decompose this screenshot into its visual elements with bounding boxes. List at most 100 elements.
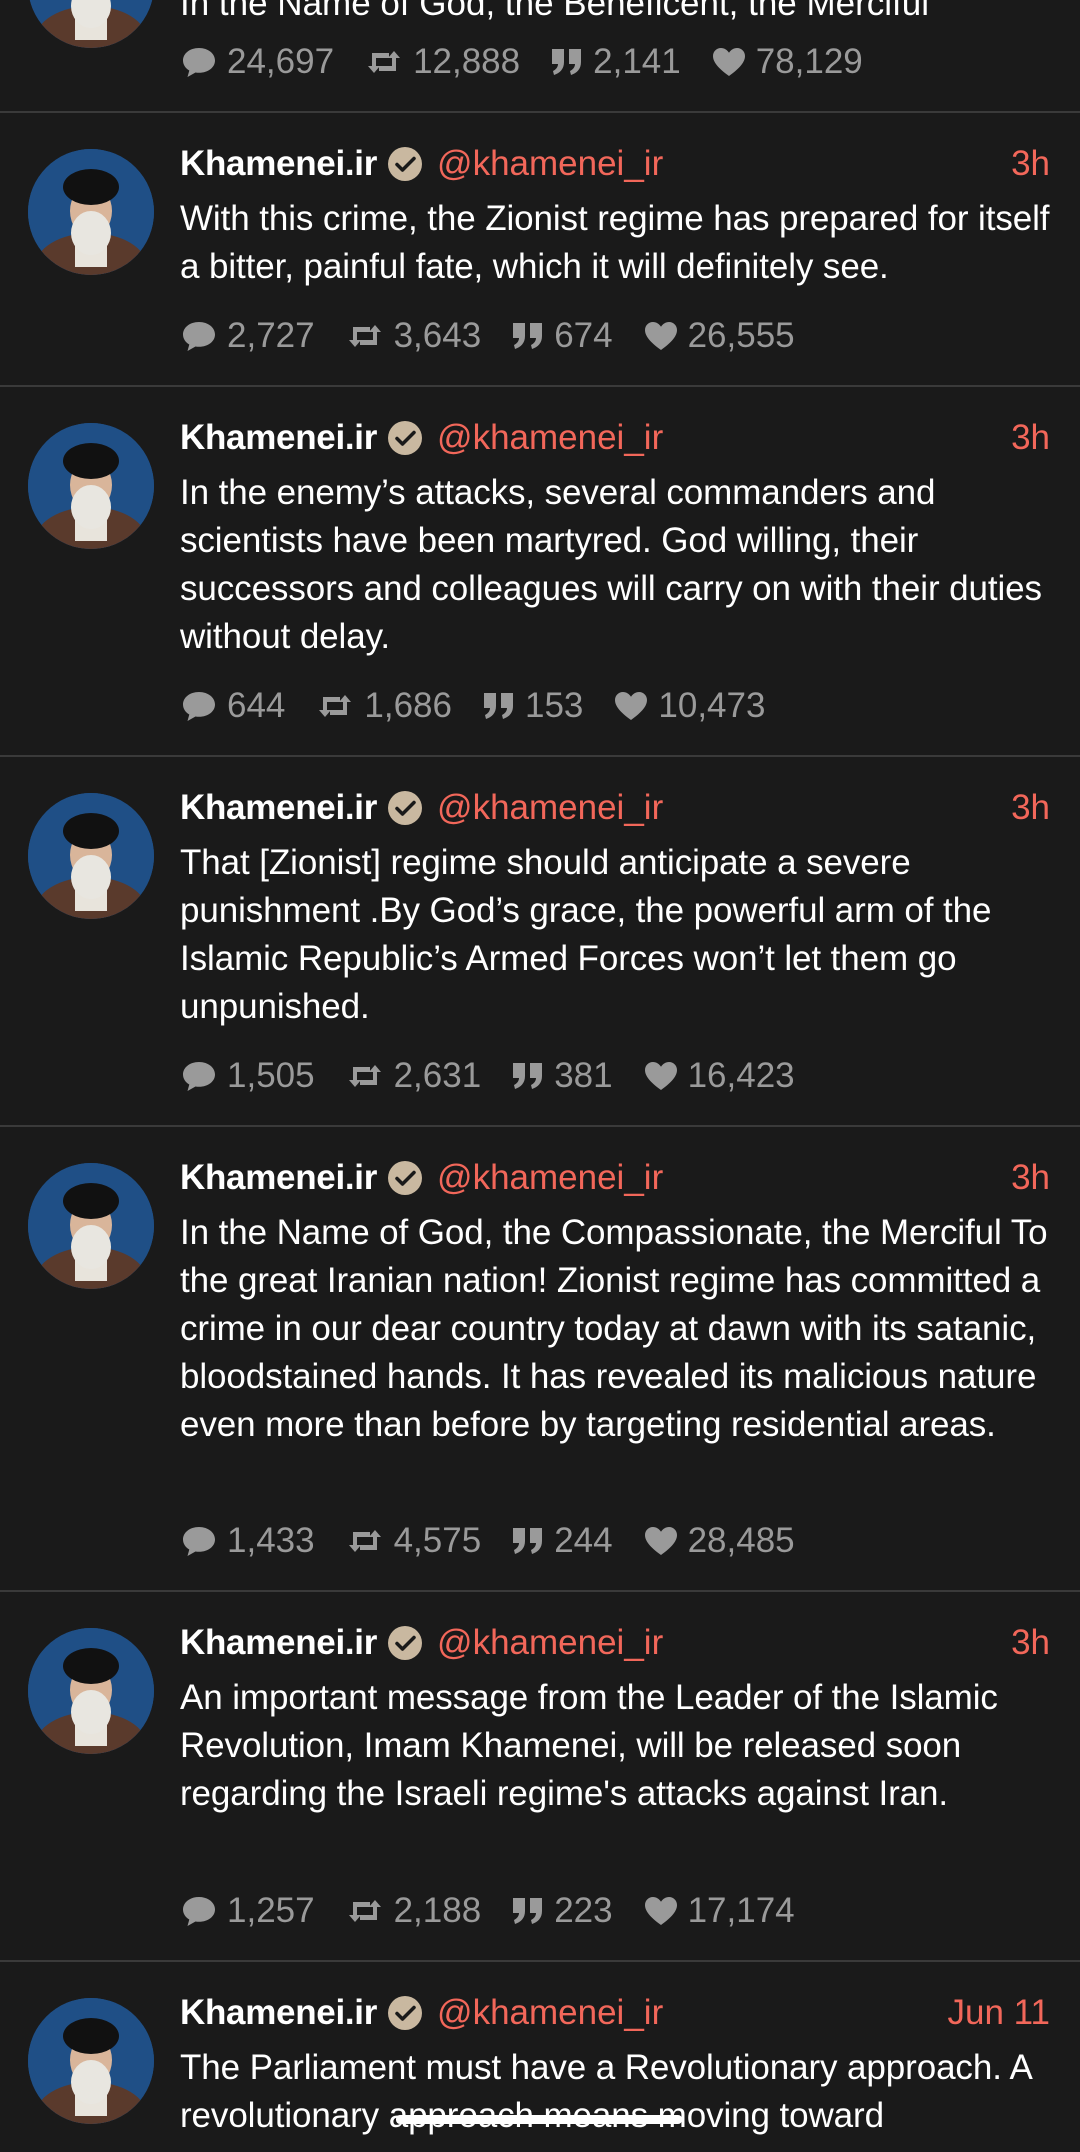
- like-stat[interactable]: 16,423: [643, 1056, 795, 1096]
- quote-stat[interactable]: 674: [511, 316, 613, 356]
- author-name[interactable]: Khamenei.ir: [180, 1993, 377, 2033]
- verified-badge-icon: [388, 1996, 423, 2030]
- tweet-stats: 644 1,686 153 10,473: [180, 683, 795, 729]
- like-stat[interactable]: 10,473: [613, 686, 765, 726]
- tweet-content: Khamenei.ir @khamenei_ir 3h In the Name …: [180, 1153, 1052, 1449]
- retweet-stat[interactable]: 2,631: [345, 1056, 482, 1096]
- avatar[interactable]: [28, 0, 154, 48]
- heart-icon: [644, 322, 677, 350]
- author-handle[interactable]: @khamenei_ir: [437, 1623, 663, 1663]
- verified-badge-icon: [388, 791, 423, 825]
- like-count: 78,129: [755, 42, 863, 81]
- author-name[interactable]: Khamenei.ir: [180, 144, 377, 184]
- heart-icon: [644, 1897, 677, 1925]
- speech-bubble-icon: [183, 1527, 215, 1556]
- tweet-text: In the enemy’s attacks, several commande…: [180, 473, 1042, 656]
- author-handle[interactable]: @khamenei_ir: [437, 144, 663, 184]
- quote-stat[interactable]: 381: [511, 1056, 613, 1096]
- tweet-timestamp[interactable]: 3h: [1011, 1618, 1050, 1668]
- author-name[interactable]: Khamenei.ir: [180, 788, 377, 828]
- author-handle[interactable]: @khamenei_ir: [437, 788, 663, 828]
- tweet-timestamp[interactable]: Jun 11: [948, 1988, 1051, 2038]
- quote-count: 223: [554, 1891, 613, 1930]
- avatar[interactable]: [28, 149, 154, 275]
- quote-stat[interactable]: 153: [482, 686, 583, 726]
- reply-stat[interactable]: 644: [180, 686, 285, 726]
- retweet-stat[interactable]: 3,643: [345, 316, 481, 356]
- avatar[interactable]: [28, 423, 154, 549]
- tweet-timestamp[interactable]: 3h: [1011, 1153, 1050, 1203]
- quote-icon: [552, 49, 582, 75]
- author-handle[interactable]: @khamenei_ir: [437, 418, 663, 458]
- tweet-stats: 24,697 12,888 2,141 78,129: [180, 39, 893, 85]
- retweet-icon: [319, 695, 352, 717]
- quote-count: 674: [554, 316, 613, 355]
- tweet-header: Khamenei.ir @khamenei_ir 3h: [180, 783, 1052, 833]
- retweet-count: 2,631: [393, 1056, 482, 1095]
- retweet-stat[interactable]: 1,686: [315, 686, 452, 726]
- retweet-count: 1,686: [364, 686, 452, 725]
- tweet-content: Khamenei.ir @khamenei_ir 3h With this cr…: [180, 139, 1052, 291]
- tweet-content: Khamenei.ir @khamenei_ir 3h An important…: [180, 1618, 1052, 1818]
- avatar[interactable]: [28, 1998, 154, 2124]
- tweet-card[interactable]: Khamenei.ir @khamenei_ir 3h With this cr…: [0, 113, 1080, 387]
- quote-count: 2,141: [593, 42, 681, 81]
- tweet-timestamp[interactable]: 3h: [1011, 783, 1050, 833]
- tweet-timestamp[interactable]: 3h: [1011, 139, 1050, 189]
- reply-stat[interactable]: 1,433: [180, 1521, 315, 1561]
- like-stat[interactable]: 28,485: [643, 1521, 795, 1561]
- author-name[interactable]: Khamenei.ir: [180, 1158, 377, 1198]
- tweet-card[interactable]: Khamenei.ir @khamenei_ir 3h In the enemy…: [0, 387, 1080, 757]
- author-handle[interactable]: @khamenei_ir: [437, 1158, 663, 1198]
- avatar[interactable]: [28, 793, 154, 919]
- tweet-text: That [Zionist] regime should anticipate …: [180, 843, 992, 1026]
- author-name[interactable]: Khamenei.ir: [180, 1623, 377, 1663]
- like-stat[interactable]: 17,174: [643, 1891, 795, 1931]
- quote-stat[interactable]: 2,141: [550, 42, 681, 82]
- quote-count: 381: [554, 1056, 613, 1095]
- redaction-strike: [396, 2115, 682, 2124]
- speech-bubble-icon: [183, 322, 215, 351]
- reply-stat[interactable]: 1,505: [180, 1056, 315, 1096]
- tweet-card[interactable]: Khamenei.ir @khamenei_ir 3h That [Zionis…: [0, 757, 1080, 1127]
- tweet-card[interactable]: Khamenei.ir @khamenei_ir 3h An important…: [0, 1592, 1080, 1962]
- retweet-stat[interactable]: 2,188: [345, 1891, 481, 1931]
- avatar[interactable]: [28, 1628, 154, 1754]
- reply-stat[interactable]: 2,727: [180, 316, 315, 356]
- speech-bubble-icon: [183, 1897, 215, 1926]
- verified-badge-icon: [388, 1161, 423, 1195]
- retweet-icon: [368, 51, 401, 73]
- retweet-icon: [348, 1900, 381, 1922]
- reply-count: 24,697: [227, 42, 335, 81]
- like-count: 16,423: [687, 1056, 795, 1095]
- retweet-icon: [348, 1065, 381, 1087]
- reply-stat[interactable]: 1,257: [180, 1891, 315, 1931]
- heart-icon: [644, 1527, 677, 1555]
- speech-bubble-icon: [183, 48, 215, 77]
- like-stat[interactable]: 26,555: [643, 316, 795, 356]
- author-name[interactable]: Khamenei.ir: [180, 418, 377, 458]
- tweet-header: Khamenei.ir @khamenei_ir 3h: [180, 1153, 1052, 1203]
- quote-icon: [513, 1528, 543, 1554]
- quote-stat[interactable]: 244: [511, 1521, 613, 1561]
- speech-bubble-icon: [183, 692, 215, 721]
- like-count: 26,555: [687, 316, 795, 355]
- tweet-card[interactable]: Khamenei.ir @khamenei_ir 3h In the Name …: [0, 1127, 1080, 1592]
- like-count: 10,473: [658, 686, 766, 725]
- like-count: 28,485: [687, 1521, 795, 1560]
- tweet-timestamp[interactable]: 3h: [1011, 413, 1050, 463]
- retweet-count: 12,888: [413, 42, 521, 81]
- retweet-count: 4,575: [393, 1521, 482, 1560]
- retweet-stat[interactable]: 4,575: [345, 1521, 482, 1561]
- reply-stat[interactable]: 24,697: [180, 42, 334, 82]
- reply-count: 644: [227, 686, 286, 725]
- tweet-stats: 1,505 2,631 381 16,423: [180, 1053, 825, 1099]
- author-handle[interactable]: @khamenei_ir: [437, 1993, 663, 2033]
- avatar[interactable]: [28, 1163, 154, 1289]
- tweet-card[interactable]: In the Name of God, the Beneficent, the …: [0, 0, 1080, 113]
- like-stat[interactable]: 78,129: [711, 42, 863, 82]
- tweet-header: Khamenei.ir @khamenei_ir 3h: [180, 413, 1052, 463]
- tweet-card[interactable]: Khamenei.ir @khamenei_ir Jun 11 The Parl…: [0, 1962, 1080, 2152]
- retweet-stat[interactable]: 12,888: [364, 42, 520, 82]
- quote-stat[interactable]: 223: [511, 1891, 613, 1931]
